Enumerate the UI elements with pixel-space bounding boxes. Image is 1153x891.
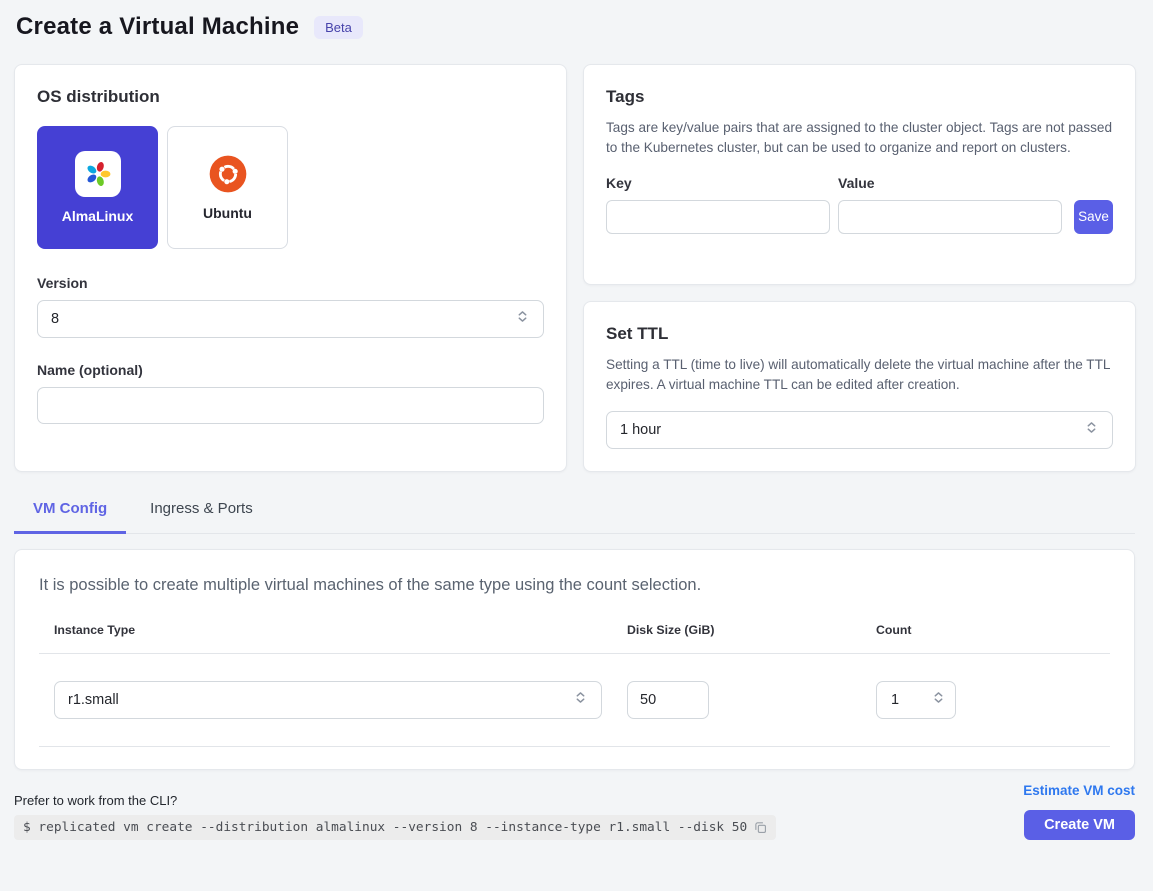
page-footer: Prefer to work from the CLI? $ replicate… — [14, 783, 1135, 840]
tags-description: Tags are key/value pairs that are assign… — [606, 118, 1113, 159]
table-header-row: Instance Type Disk Size (GiB) Count — [39, 623, 1110, 637]
os-options: AlmaLinux Ubuntu — [37, 126, 544, 249]
os-card-title: OS distribution — [37, 87, 544, 107]
chevron-updown-icon — [1084, 420, 1099, 440]
ttl-select[interactable]: 1 hour — [606, 411, 1113, 449]
count-stepper[interactable]: 1 — [876, 681, 956, 719]
page-title: Create a Virtual Machine — [16, 13, 299, 41]
vm-config-intro: It is possible to create multiple virtua… — [39, 576, 1110, 595]
create-vm-button[interactable]: Create VM — [1024, 810, 1135, 840]
tag-key-field: Key — [606, 175, 830, 234]
page-header: Create a Virtual Machine Beta — [14, 13, 1135, 41]
copy-icon[interactable] — [754, 821, 767, 834]
estimate-vm-cost-link[interactable]: Estimate VM cost — [1023, 783, 1135, 798]
os-option-almalinux[interactable]: AlmaLinux — [37, 126, 158, 249]
name-input[interactable] — [37, 387, 544, 424]
beta-badge: Beta — [314, 16, 363, 39]
cli-command-text: $ replicated vm create --distribution al… — [23, 820, 747, 835]
tag-value-label: Value — [838, 175, 1062, 191]
tab-bar: VM Config Ingress & Ports — [14, 499, 1135, 534]
ttl-select-value: 1 hour — [620, 422, 1084, 438]
save-tag-button[interactable]: Save — [1074, 200, 1113, 234]
ttl-card-title: Set TTL — [606, 324, 1113, 344]
column-header-instance-type: Instance Type — [39, 623, 618, 637]
name-label: Name (optional) — [37, 362, 544, 378]
tag-value-input[interactable] — [838, 200, 1062, 234]
os-option-label: Ubuntu — [203, 205, 252, 221]
tag-key-input[interactable] — [606, 200, 830, 234]
instance-type-value: r1.small — [68, 692, 573, 708]
table-divider — [39, 746, 1110, 747]
set-ttl-card: Set TTL Setting a TTL (time to live) wil… — [583, 301, 1136, 472]
version-select-value: 8 — [51, 311, 515, 327]
footer-actions: Estimate VM cost Create VM — [1023, 783, 1135, 840]
version-label: Version — [37, 275, 544, 291]
tag-value-field: Value — [838, 175, 1062, 234]
disk-size-input[interactable] — [627, 681, 709, 719]
tags-card-title: Tags — [606, 87, 1113, 107]
os-option-ubuntu[interactable]: Ubuntu — [167, 126, 288, 249]
chevron-updown-icon — [515, 309, 530, 329]
cli-block: Prefer to work from the CLI? $ replicate… — [14, 793, 776, 840]
tab-vm-config[interactable]: VM Config — [14, 499, 126, 534]
chevron-updown-icon — [931, 690, 946, 710]
vm-config-card: It is possible to create multiple virtua… — [14, 549, 1135, 770]
tags-card: Tags Tags are key/value pairs that are a… — [583, 64, 1136, 285]
os-option-label: AlmaLinux — [62, 208, 134, 224]
create-vm-page: Create a Virtual Machine Beta OS distrib… — [0, 0, 1153, 840]
table-row: r1.small 1 — [39, 654, 1110, 746]
version-select[interactable]: 8 — [37, 300, 544, 338]
ttl-description: Setting a TTL (time to live) will automa… — [606, 355, 1113, 396]
ubuntu-logo-icon — [208, 154, 248, 194]
almalinux-logo-icon — [75, 151, 121, 197]
column-header-count: Count — [875, 623, 1110, 637]
column-header-disk-size: Disk Size (GiB) — [618, 623, 875, 637]
count-value: 1 — [891, 692, 931, 708]
tag-key-label: Key — [606, 175, 830, 191]
cli-command-box: $ replicated vm create --distribution al… — [14, 815, 776, 840]
instance-table: Instance Type Disk Size (GiB) Count r1.s… — [39, 623, 1110, 747]
instance-type-select[interactable]: r1.small — [54, 681, 602, 719]
chevron-updown-icon — [573, 690, 588, 710]
os-distribution-card: OS distribution — [14, 64, 567, 472]
cli-prompt: Prefer to work from the CLI? — [14, 793, 776, 808]
tab-ingress-ports[interactable]: Ingress & Ports — [126, 499, 277, 534]
